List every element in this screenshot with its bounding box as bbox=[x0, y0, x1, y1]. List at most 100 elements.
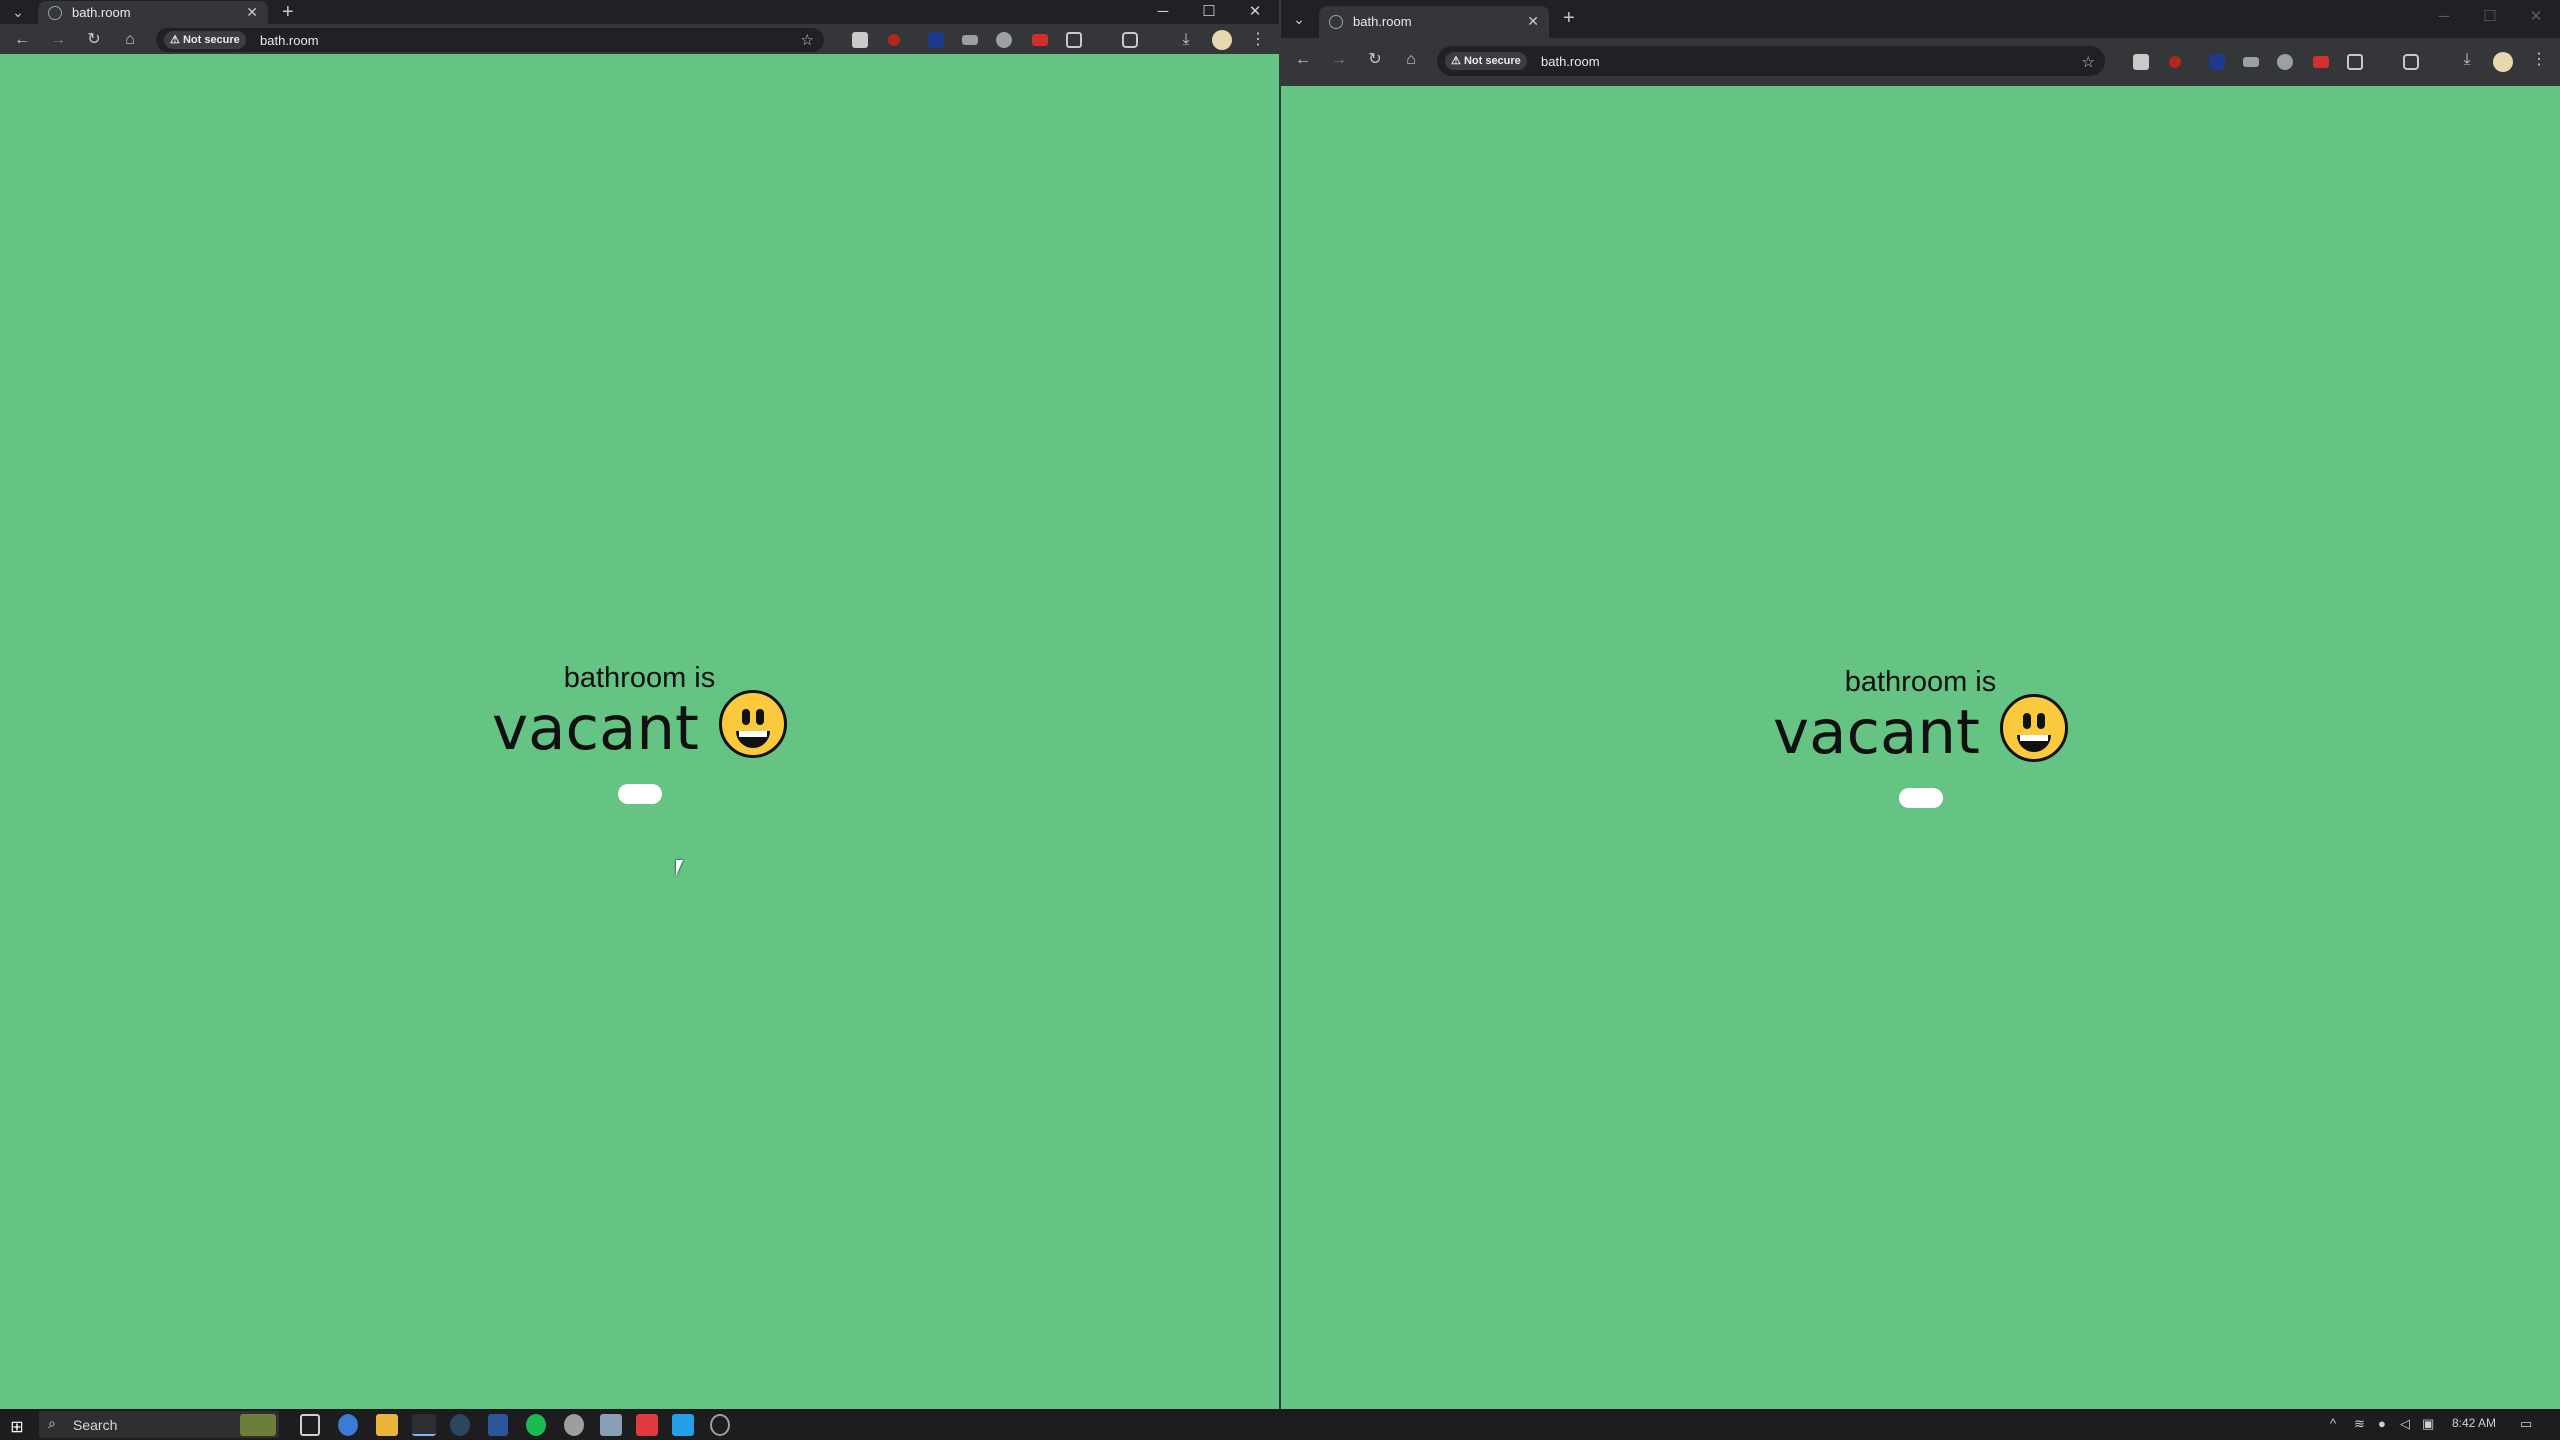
profile-avatar[interactable] bbox=[1212, 30, 1232, 50]
menu-icon[interactable]: ⋮ bbox=[2529, 50, 2549, 70]
spotify-icon[interactable] bbox=[526, 1414, 546, 1436]
extension-icon-1[interactable] bbox=[852, 32, 868, 48]
extensions-puzzle-icon[interactable] bbox=[1066, 32, 1082, 48]
home-button[interactable]: ⌂ bbox=[120, 30, 140, 50]
url-text[interactable]: bath.room bbox=[260, 33, 319, 48]
extension-icon-6[interactable] bbox=[1032, 34, 1048, 46]
status-toggle[interactable] bbox=[617, 784, 662, 805]
new-tab-button[interactable]: + bbox=[1563, 7, 1575, 30]
mouse-cursor-icon bbox=[676, 860, 690, 876]
extension-icon-4[interactable] bbox=[2243, 57, 2259, 67]
status-word: vacant bbox=[1773, 697, 1980, 768]
tab-strip: ⌄ bath.room ✕ + ─ ☐ ✕ bbox=[0, 0, 1279, 24]
page-content: bathroom is vacant bbox=[0, 78, 1279, 1409]
tab-bath-room[interactable]: bath.room ✕ bbox=[1319, 6, 1549, 38]
browser-toolbar: ← → ↻ ⌂ ⚠ Not secure bath.room ☆ ⤓ ⋮ bbox=[1281, 38, 2560, 86]
status-prefix: bathroom is bbox=[563, 662, 716, 694]
menu-icon[interactable]: ⋮ bbox=[1248, 30, 1268, 50]
vscode-icon[interactable] bbox=[672, 1414, 694, 1436]
tab-title: bath.room bbox=[1353, 14, 1412, 29]
screenshot-icon[interactable] bbox=[1122, 32, 1138, 48]
grinning-face-icon bbox=[1999, 694, 2068, 763]
camera-extension-icon[interactable] bbox=[2277, 54, 2293, 70]
profile-avatar[interactable] bbox=[2493, 52, 2513, 72]
globe-icon bbox=[48, 6, 62, 20]
address-bar[interactable]: ⚠ Not secure bath.room ☆ bbox=[156, 28, 824, 52]
tab-title: bath.room bbox=[72, 5, 131, 20]
tray-chevron-icon[interactable]: ^ bbox=[2330, 1416, 2336, 1431]
screenshot-icon[interactable] bbox=[2403, 54, 2419, 70]
close-window-button[interactable]: ✕ bbox=[2513, 5, 2559, 29]
back-button[interactable]: ← bbox=[1293, 50, 1313, 70]
extensions-puzzle-icon[interactable] bbox=[2347, 54, 2363, 70]
minimize-button[interactable]: ─ bbox=[1140, 0, 1186, 24]
clock-app-icon[interactable] bbox=[710, 1414, 730, 1436]
maximize-button[interactable]: ☐ bbox=[1186, 0, 1232, 24]
windows-taskbar: ⊞ ⌕ Search ^ ≋ ● ◁ ▣ 8:42 AM ▭ bbox=[0, 1409, 2560, 1440]
display-icon[interactable]: ▣ bbox=[2422, 1416, 2434, 1432]
security-label: Not secure bbox=[1463, 55, 1521, 67]
security-chip[interactable]: ⚠ Not secure bbox=[1445, 52, 1527, 70]
file-explorer-icon[interactable] bbox=[376, 1414, 398, 1436]
bookmark-star-icon[interactable]: ☆ bbox=[2082, 53, 2095, 71]
close-window-button[interactable]: ✕ bbox=[1232, 0, 1278, 24]
status-block: bathroom is vacant bbox=[0, 662, 1279, 809]
extension-icon-3[interactable] bbox=[928, 32, 944, 48]
clock[interactable]: 8:42 AM bbox=[2452, 1416, 2496, 1430]
status-prefix: bathroom is bbox=[1844, 666, 1997, 698]
back-button[interactable]: ← bbox=[12, 30, 32, 50]
notifications-icon[interactable]: ▭ bbox=[2520, 1416, 2532, 1432]
edge-icon[interactable] bbox=[338, 1414, 358, 1436]
page-content: bathroom is vacant bbox=[1281, 86, 2560, 1409]
remote-app-icon[interactable] bbox=[600, 1414, 622, 1436]
tab-close-icon[interactable]: ✕ bbox=[246, 4, 258, 21]
volume-icon[interactable]: ◁ bbox=[2400, 1416, 2410, 1432]
maximize-button[interactable]: ☐ bbox=[2467, 5, 2513, 29]
tab-close-icon[interactable]: ✕ bbox=[1527, 13, 1539, 30]
search-icon: ⌕ bbox=[48, 1415, 56, 1431]
start-button-icon[interactable]: ⊞ bbox=[8, 1417, 26, 1436]
download-icon[interactable]: ⤓ bbox=[2457, 50, 2477, 70]
tab-strip: ⌄ bath.room ✕ + ─ ☐ ✕ bbox=[1281, 0, 2560, 38]
extension-icon-1[interactable] bbox=[2133, 54, 2149, 70]
url-text[interactable]: bath.room bbox=[1541, 54, 1600, 69]
chrome-icon[interactable] bbox=[412, 1414, 436, 1436]
security-label: Not secure bbox=[182, 34, 240, 46]
word-icon[interactable] bbox=[488, 1414, 508, 1436]
new-tab-button[interactable]: + bbox=[282, 1, 294, 24]
tab-search-icon[interactable]: ⌄ bbox=[6, 2, 30, 22]
extension-icon-2[interactable] bbox=[2169, 56, 2181, 68]
news-widget-icon[interactable] bbox=[240, 1414, 276, 1436]
tab-bath-room[interactable]: bath.room ✕ bbox=[38, 1, 268, 24]
forward-button[interactable]: → bbox=[1329, 50, 1349, 70]
settings-gear-icon[interactable] bbox=[564, 1414, 584, 1436]
browser-window-right: ⌄ bath.room ✕ + ─ ☐ ✕ ← → ↻ ⌂ ⚠ Not secu… bbox=[1281, 0, 2560, 1409]
extension-icon-3[interactable] bbox=[2209, 54, 2225, 70]
warning-icon: ⚠ bbox=[1451, 55, 1461, 67]
reload-button[interactable]: ↻ bbox=[84, 30, 104, 50]
task-view-icon[interactable] bbox=[300, 1414, 320, 1436]
extension-icon-4[interactable] bbox=[962, 35, 978, 45]
microphone-icon[interactable]: ● bbox=[2378, 1416, 2386, 1431]
minimize-button[interactable]: ─ bbox=[2421, 5, 2467, 29]
status-block: bathroom is vacant bbox=[1281, 666, 2560, 813]
status-toggle[interactable] bbox=[1898, 788, 1943, 809]
home-button[interactable]: ⌂ bbox=[1401, 50, 1421, 70]
red-app-icon[interactable] bbox=[636, 1414, 658, 1436]
address-bar[interactable]: ⚠ Not secure bath.room ☆ bbox=[1437, 46, 2105, 76]
security-chip[interactable]: ⚠ Not secure bbox=[164, 31, 246, 49]
browser-toolbar: ← → ↻ ⌂ ⚠ Not secure bath.room ☆ ⤓ ⋮ bbox=[0, 24, 1279, 54]
bookmark-star-icon[interactable]: ☆ bbox=[801, 31, 814, 49]
download-icon[interactable]: ⤓ bbox=[1176, 30, 1196, 50]
status-line: vacant bbox=[1281, 694, 2560, 770]
camera-extension-icon[interactable] bbox=[996, 32, 1012, 48]
extension-icon-2[interactable] bbox=[888, 34, 900, 46]
tab-search-icon[interactable]: ⌄ bbox=[1287, 9, 1311, 29]
reload-button[interactable]: ↻ bbox=[1365, 50, 1385, 70]
steam-icon[interactable] bbox=[450, 1414, 470, 1436]
network-icon[interactable]: ≋ bbox=[2354, 1416, 2365, 1432]
forward-button[interactable]: → bbox=[48, 30, 68, 50]
warning-icon: ⚠ bbox=[170, 34, 180, 46]
extension-icon-6[interactable] bbox=[2313, 56, 2329, 68]
status-word: vacant bbox=[492, 693, 699, 764]
